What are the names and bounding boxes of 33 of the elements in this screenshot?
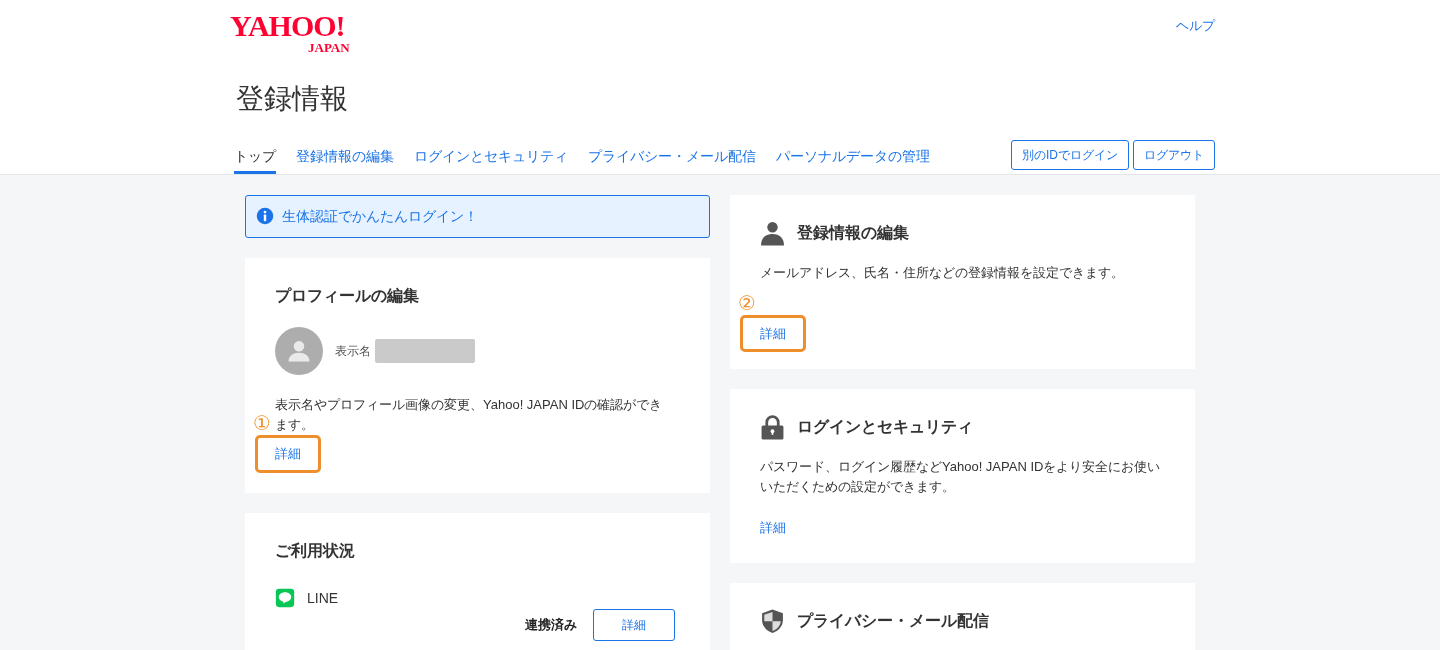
details-link[interactable]: 詳細: [740, 508, 806, 547]
service-name: LINE: [307, 588, 339, 608]
help-link[interactable]: ヘルプ: [1176, 16, 1215, 36]
details-button[interactable]: 詳細: [593, 608, 675, 641]
nav-tab[interactable]: 登録情報の編集: [296, 139, 394, 174]
card-title: プライバシー・メール配信: [797, 611, 989, 631]
nav-tab[interactable]: パーソナルデータの管理: [776, 139, 930, 174]
chat-bubble-icon: [275, 588, 295, 609]
page-title: 登録情報: [236, 82, 349, 116]
card-description: パスワード、ログイン履歴などYahoo! JAPAN IDをより安全にお使いいただくための設定ができます。: [760, 457, 1162, 496]
card-description: 表示名やプロフィール画像の変更、Yahoo! JAPAN IDの確認ができます。: [275, 395, 664, 434]
callout-number: ②: [738, 292, 756, 313]
header-button[interactable]: ログアウト: [1133, 139, 1215, 170]
details-link[interactable]: 詳細: [740, 314, 806, 353]
logo-subtext: JAPAN: [308, 41, 350, 54]
nav-tab[interactable]: プライバシー・メール配信: [588, 139, 756, 174]
card-description: メールアドレス、氏名・住所などの登録情報を設定できます。: [760, 263, 1125, 282]
header-button[interactable]: 別のIDでログイン: [1011, 139, 1129, 170]
callout-number: ①: [253, 413, 271, 434]
display-name-label: 表示名: [335, 342, 371, 360]
lock-icon: [760, 412, 785, 441]
nav-tab[interactable]: ログインとセキュリティ: [414, 139, 568, 174]
banner-text: 生体認証でかんたんログイン！: [282, 206, 478, 226]
nav-tab[interactable]: トップ: [234, 139, 276, 174]
card-title: ログインとセキュリティ: [797, 417, 973, 437]
card-title: 登録情報の編集: [797, 223, 909, 243]
card-title: プロフィールの編集: [275, 285, 420, 305]
info-icon: [256, 207, 274, 226]
card-title: ご利用状況: [275, 540, 356, 560]
details-link[interactable]: 詳細: [255, 435, 321, 473]
link-status: 連携済み: [525, 616, 577, 634]
info-banner[interactable]: 生体認証でかんたんログイン！: [245, 194, 710, 238]
logo-wordmark[interactable]: YAHOO!: [230, 11, 350, 41]
